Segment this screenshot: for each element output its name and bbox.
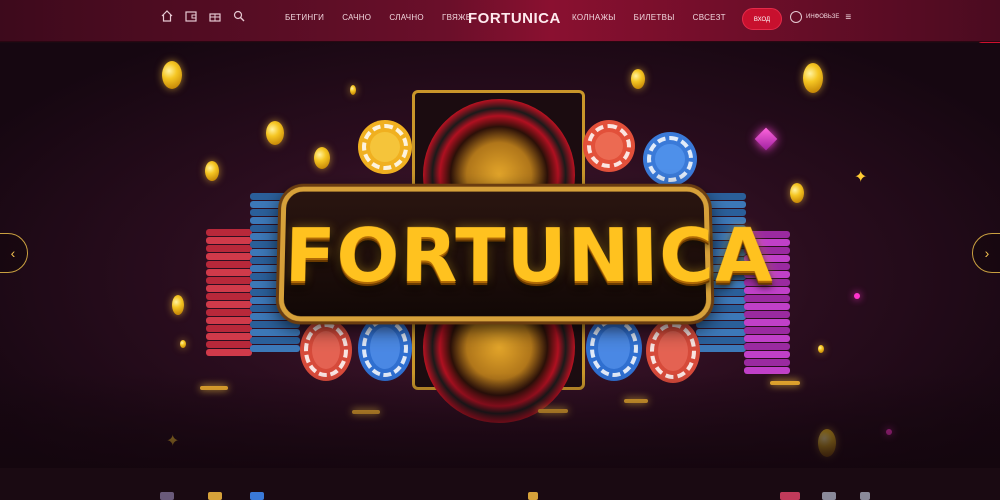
coin-decoration xyxy=(180,340,186,348)
coin-decoration xyxy=(172,295,184,315)
poker-chip-icon xyxy=(300,319,352,381)
category-icon[interactable] xyxy=(208,492,222,500)
nav-links-left: Бетинги Сачно Слачно Гвяже xyxy=(285,13,471,22)
carousel-next-button[interactable]: › xyxy=(972,233,1000,273)
bottom-category-strip xyxy=(0,468,1000,500)
poker-chip-icon xyxy=(586,315,642,381)
category-icon[interactable] xyxy=(0,492,14,500)
hero-floor-shadow xyxy=(0,373,1000,468)
hero-banner: ✦ ✦ xyxy=(0,43,1000,468)
nav-link-casino[interactable]: Сачно xyxy=(342,13,371,22)
nav-link-betting[interactable]: Бетинги xyxy=(285,13,324,22)
search-icon[interactable] xyxy=(232,9,246,23)
poker-chip-icon xyxy=(358,120,412,174)
gift-icon[interactable] xyxy=(208,9,222,23)
account-menu[interactable]: Инфовьзе ≡ xyxy=(790,11,851,23)
poker-chip-icon xyxy=(643,132,697,186)
chip-stack-red xyxy=(206,229,252,357)
poker-chip-icon xyxy=(583,120,635,172)
login-button[interactable]: Вход xyxy=(742,8,782,30)
category-icon[interactable] xyxy=(528,492,538,500)
wallet-icon[interactable] xyxy=(184,9,198,23)
coin-decoration xyxy=(631,69,645,89)
user-icon xyxy=(790,11,802,23)
sparkle-decoration xyxy=(854,293,860,299)
top-nav: Бетинги Сачно Слачно Гвяже FORTUNICA Кол… xyxy=(0,0,1000,42)
coin-decoration xyxy=(803,63,823,93)
nav-icon-group xyxy=(160,9,246,23)
nav-link-games[interactable]: Гвяже xyxy=(442,13,471,22)
nav-link-support[interactable]: Свсезт xyxy=(693,13,726,22)
menu-icon[interactable]: ≡ xyxy=(845,12,851,23)
category-icon[interactable] xyxy=(160,492,174,500)
coin-decoration xyxy=(162,61,182,89)
gem-decoration xyxy=(754,127,778,151)
nav-links-right: Колнажы Билетвы Свсезт xyxy=(572,13,726,22)
nav-link-live-casino[interactable]: Слачно xyxy=(389,13,424,22)
category-icon[interactable] xyxy=(860,492,870,500)
carousel-prev-button[interactable]: ‹ xyxy=(0,233,28,273)
coin-decoration xyxy=(350,85,356,95)
account-label: Инфовьзе xyxy=(806,14,840,20)
category-icon[interactable] xyxy=(780,492,800,500)
coin-decoration xyxy=(205,161,219,181)
coin-decoration xyxy=(818,345,824,353)
site-logo[interactable]: FORTUNICA xyxy=(468,10,561,27)
coin-decoration xyxy=(266,121,284,145)
nav-link-tickets[interactable]: Билетвы xyxy=(634,13,675,22)
category-icon[interactable] xyxy=(822,492,836,500)
hero-title-plate: FORTUNICA xyxy=(278,186,775,322)
category-icon[interactable] xyxy=(250,492,264,500)
hero-title: FORTUNICA xyxy=(283,213,775,300)
nav-link-promotions[interactable]: Колнажы xyxy=(572,13,616,22)
poker-chip-icon xyxy=(358,315,412,381)
coin-decoration xyxy=(790,183,804,203)
coin-decoration xyxy=(314,147,330,169)
home-icon[interactable] xyxy=(160,9,174,23)
star-sparkle-icon: ✦ xyxy=(854,169,868,186)
